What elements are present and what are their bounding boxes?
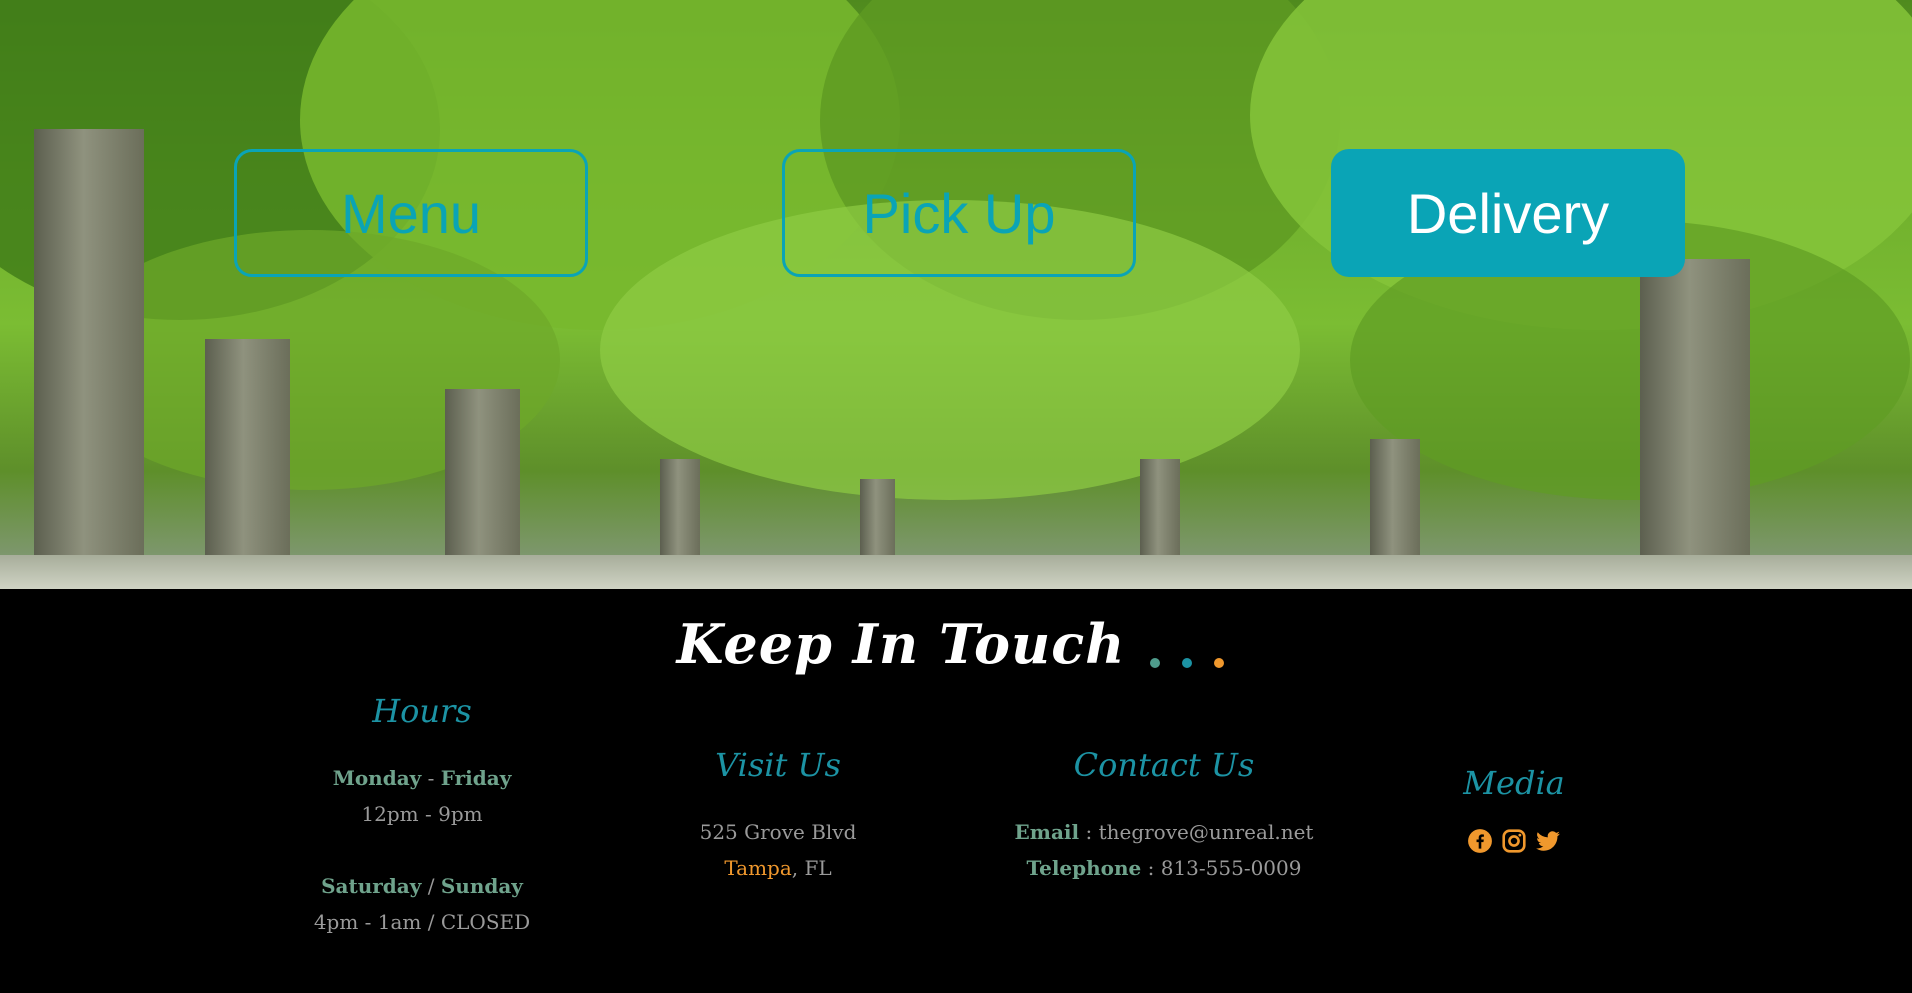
tree-trunk <box>1640 259 1750 589</box>
day-label: Monday <box>332 766 422 790</box>
phone-line: Telephone : 813-555-0009 <box>964 850 1364 886</box>
day-label: Friday <box>440 766 512 790</box>
hours-section: Hours Monday - Friday 12pm - 9pm Saturda… <box>272 692 572 940</box>
email-link[interactable]: thegrove@unreal.net <box>1099 820 1314 844</box>
tree-trunk <box>34 129 144 589</box>
email-label: Email <box>1014 820 1080 844</box>
weekend-label: Saturday / Sunday <box>272 868 572 904</box>
weekday-hours: 12pm - 9pm <box>361 802 483 826</box>
facebook-icon[interactable] <box>1467 828 1493 854</box>
twitter-icon[interactable] <box>1535 828 1561 854</box>
email-line: Email : thegrove@unreal.net <box>964 814 1364 850</box>
footer-title: Keep In Touch <box>0 612 1912 681</box>
pick-up-button[interactable]: Pick Up <box>782 149 1136 277</box>
state-label: , FL <box>791 856 832 880</box>
separator: - <box>421 766 441 790</box>
separator: : <box>1141 856 1161 880</box>
phone-link[interactable]: 813-555-0009 <box>1161 856 1302 880</box>
city-label: Tampa <box>724 856 792 880</box>
visit-heading: Visit Us <box>715 746 841 784</box>
media-section: Media <box>1414 764 1614 854</box>
street-address: 525 Grove Blvd <box>699 820 857 844</box>
delivery-button[interactable]: Delivery <box>1331 149 1685 277</box>
instagram-icon[interactable] <box>1501 828 1527 854</box>
menu-button[interactable]: Menu <box>234 149 588 277</box>
day-label: Sunday <box>440 874 523 898</box>
separator: : <box>1079 820 1099 844</box>
phone-label: Telephone <box>1026 856 1142 880</box>
dot-icon <box>1214 657 1225 668</box>
social-links <box>1414 828 1614 854</box>
weekday-label: Monday - Friday <box>272 760 572 796</box>
tree-trunk <box>205 339 290 589</box>
media-heading: Media <box>1463 764 1565 802</box>
hero-banner: Menu Pick Up Delivery <box>0 0 1912 589</box>
weekend-hours: 4pm - 1am / CLOSED <box>313 910 531 934</box>
city-state: Tampa, FL <box>628 850 928 886</box>
separator: / <box>421 874 441 898</box>
hours-heading: Hours <box>372 692 472 730</box>
dot-icon <box>1182 657 1193 668</box>
contact-section: Contact Us Email : thegrove@unreal.net T… <box>964 746 1364 886</box>
day-label: Saturday <box>321 874 422 898</box>
contact-heading: Contact Us <box>1073 746 1255 784</box>
visit-section: Visit Us 525 Grove Blvd Tampa, FL <box>628 746 928 886</box>
keep-in-touch-heading: Keep In Touch <box>676 612 1126 676</box>
dot-icon <box>1150 657 1161 668</box>
ground <box>0 555 1912 589</box>
decorative-dots <box>1139 617 1235 681</box>
